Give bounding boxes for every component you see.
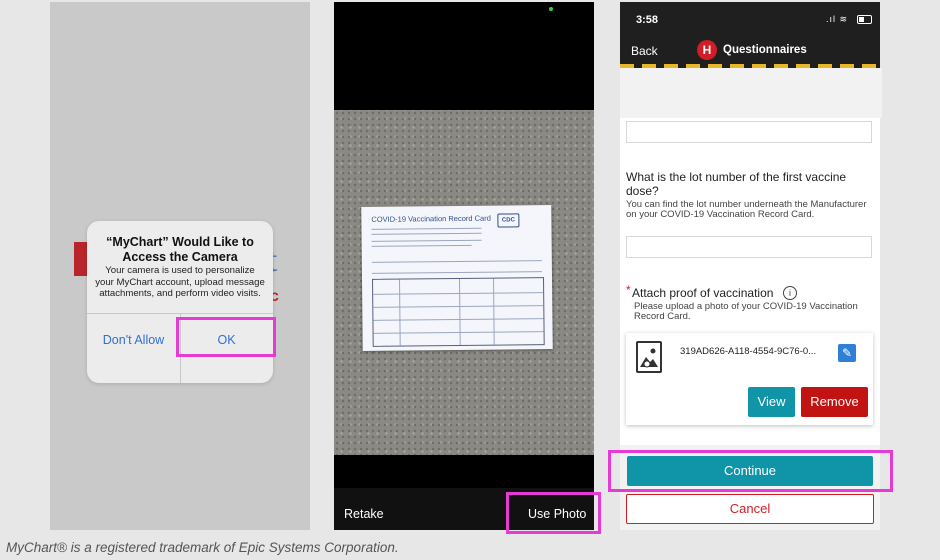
card-line [371,271,542,274]
attach-proof-help: Please upload a photo of your COVID-19 V… [634,301,858,322]
card-line [371,239,482,242]
cancel-button[interactable]: Cancel [626,494,874,524]
dialog-message: Your camera is used to personalize your … [95,265,265,299]
vaccination-card-photo: COVID-19 Vaccination Record Card CDC [361,205,553,351]
highlight-box-ok [176,317,276,357]
page-title: Questionnaires [723,44,807,56]
attach-proof-question: Attach proof of vaccination [632,286,774,300]
card-line [371,227,482,230]
card-table [372,277,545,347]
lot-number-input[interactable] [626,236,872,258]
trademark-footnote: MyChart® is a registered trademark of Ep… [6,540,399,555]
camera-permission-dialog: “MyChart” Would Like to Access the Camer… [87,221,273,383]
card-table-col [459,278,461,345]
remove-button[interactable]: Remove [801,387,868,417]
highlight-box-continue [608,450,893,492]
cdc-logo: CDC [497,213,520,228]
lot-number-question: What is the lot number of the first vacc… [626,170,847,198]
view-button[interactable]: View [748,387,795,417]
camera-indicator-dot [549,7,553,11]
card-table-col [399,279,401,346]
hospital-logo-icon: H [697,40,717,60]
image-file-icon [636,341,662,373]
edit-pencil-icon[interactable]: ✎ [838,344,856,362]
signal-wifi-icon: .ıl ≋ [826,14,849,24]
dialog-title: “MyChart” Would Like to Access the Camer… [87,235,273,265]
card-line [371,260,542,263]
dialog-title-line2: Access the Camera [122,250,238,264]
status-time: 3:58 [636,14,659,26]
dialog-title-line1: “MyChart” Would Like to [106,235,254,249]
dont-allow-button[interactable]: Don't Allow [87,333,180,347]
info-icon[interactable]: i [783,286,797,300]
retake-button[interactable]: Retake [344,507,384,521]
back-button[interactable]: Back [631,44,658,58]
card-title: COVID-19 Vaccination Record Card [371,213,491,224]
highlight-box-use-photo [506,492,601,534]
previous-answer-field[interactable] [626,121,872,143]
scroll-shadow-area [620,68,882,118]
card-line [371,232,482,235]
battery-level [859,17,864,22]
attachment-file-name: 319AD626-A118-4554-9C76-0... [680,346,817,357]
app-header [620,2,880,66]
card-table-col [493,278,495,345]
lot-number-help: You can find the lot number underneath t… [626,199,867,220]
required-indicator: * [626,283,631,297]
card-line [371,244,472,247]
